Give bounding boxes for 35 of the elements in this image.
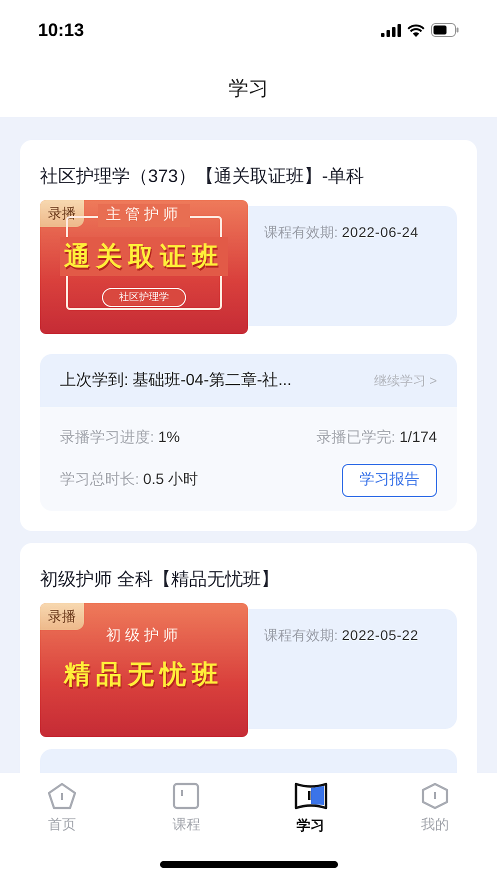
tab-item[interactable]: 课程 <box>124 773 248 843</box>
square-icon <box>171 782 202 810</box>
course-title[interactable]: 社区护理学（373）【通关取证班】-单科 <box>40 162 457 190</box>
tab-item[interactable]: 我的 <box>372 773 497 843</box>
recorded-badge: 录播 <box>40 602 84 630</box>
book-icon <box>294 780 328 810</box>
signal-icon <box>381 24 401 36</box>
wifi-icon <box>407 24 425 36</box>
validity-date: 2022-06-24 <box>342 223 419 242</box>
cover-headline: 精品无忧班 <box>64 658 224 691</box>
stat-value: 1/174 <box>399 428 437 448</box>
last-study-row[interactable]: 上次学到: 基础班-04-第二章-社... 继续学习 > <box>40 354 457 407</box>
study-report-button[interactable]: 学习报告 <box>342 464 437 496</box>
battery-icon <box>431 23 459 37</box>
cover-headline: 通关取证班 <box>60 236 228 276</box>
last-study-lesson: 基础班-04-第二章-社... <box>132 370 293 390</box>
stat-value: 0.5 小时 <box>143 470 198 490</box>
validity-label: 课程有效期: <box>264 223 338 242</box>
page-title: 学习 <box>228 76 268 102</box>
validity-date: 2022-05-22 <box>342 626 419 644</box>
hexagon-icon <box>420 782 450 810</box>
pentagon-icon <box>47 782 78 810</box>
validity-label: 课程有效期: <box>264 626 338 644</box>
tab-item[interactable]: 首页 <box>0 773 124 843</box>
stat-label: 录播学习进度: <box>60 428 154 448</box>
stat-value: 1% <box>158 428 180 448</box>
course-title[interactable]: 初级护师 全科【精品无忧班】 <box>40 564 457 592</box>
stat-label: 录播已学完: <box>316 428 396 448</box>
cover-tag: 社区护理学 <box>102 288 186 306</box>
status-time: 10:13 <box>38 18 84 42</box>
stat-label: 学习总时长: <box>60 470 140 490</box>
cover-subtitle: 初级护师 <box>105 626 183 646</box>
tab-item[interactable]: 学习 <box>248 773 373 843</box>
last-study-label: 上次学到: <box>60 370 128 390</box>
cover-subtitle: 主管护师 <box>98 204 190 226</box>
